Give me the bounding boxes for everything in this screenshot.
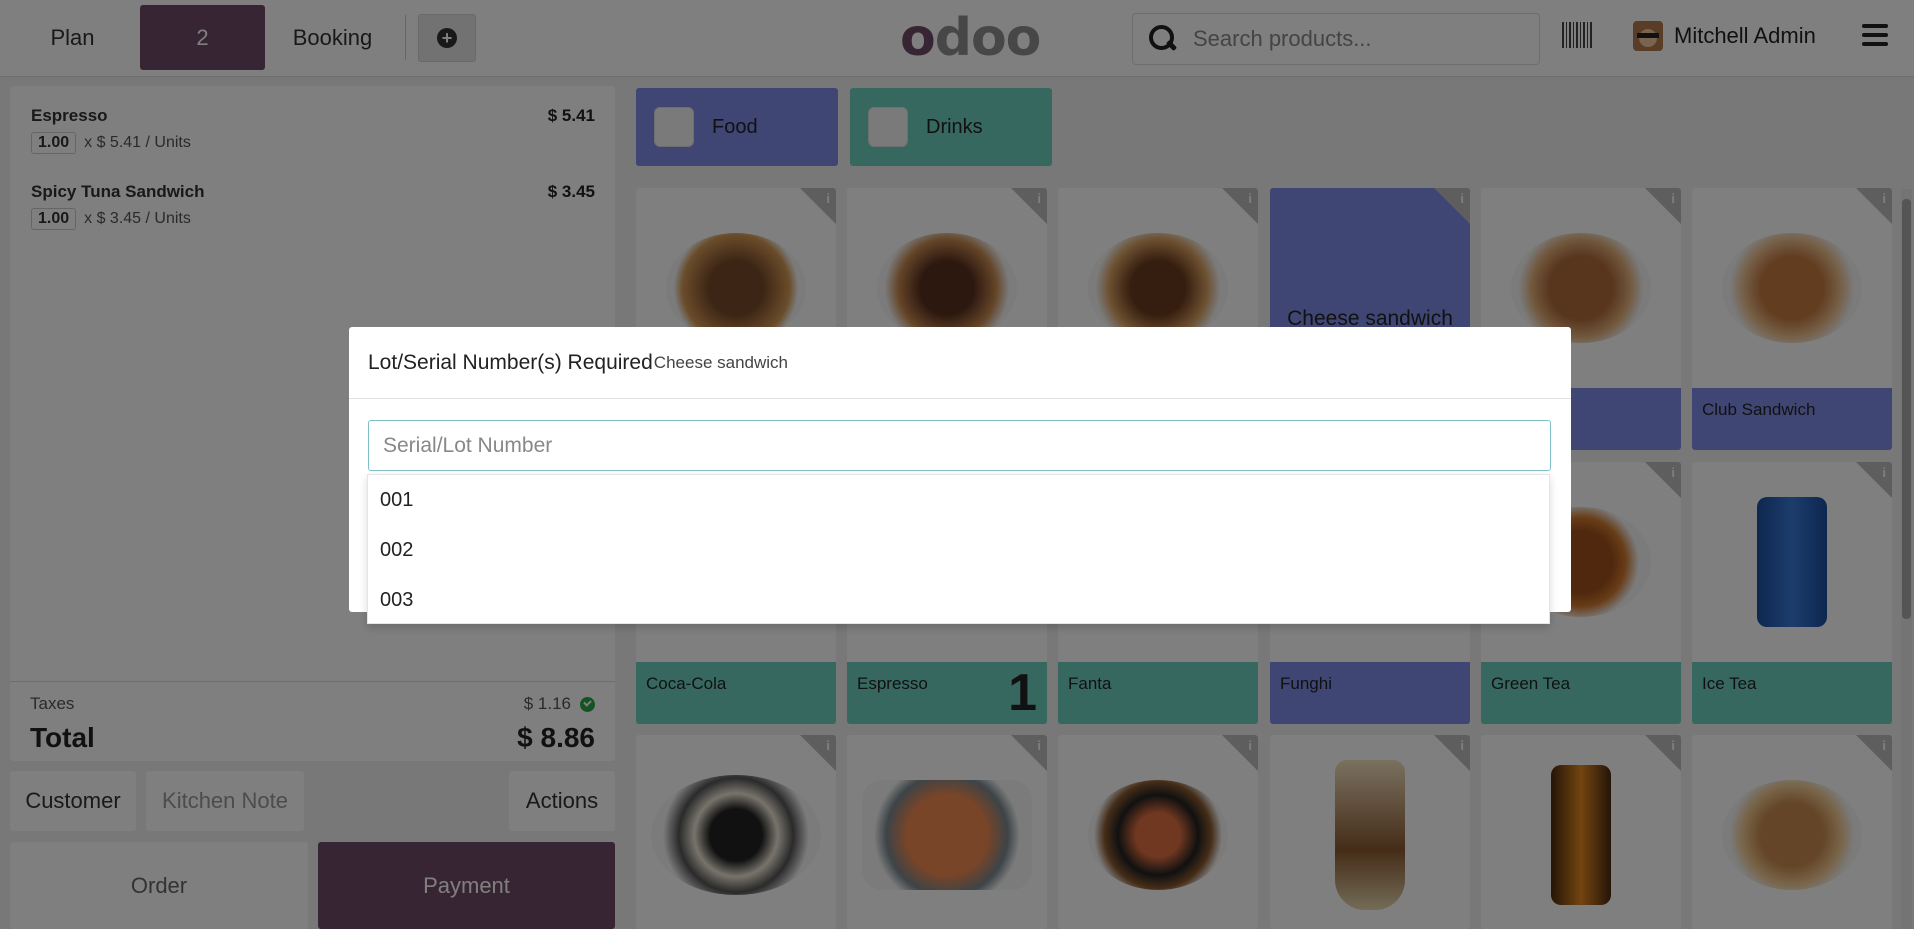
lot-suggestion-item[interactable]: 003 <box>368 575 1549 625</box>
serial-lot-input[interactable] <box>368 420 1551 471</box>
lot-suggestion-item[interactable]: 001 <box>368 475 1549 525</box>
lot-suggestion-item[interactable]: 002 <box>368 525 1549 575</box>
lot-suggestions-dropdown: 001 002 003 <box>367 474 1550 624</box>
dialog-product-name: Cheese sandwich <box>653 352 788 372</box>
dialog-title: Lot/Serial Number(s) Required <box>368 350 653 374</box>
